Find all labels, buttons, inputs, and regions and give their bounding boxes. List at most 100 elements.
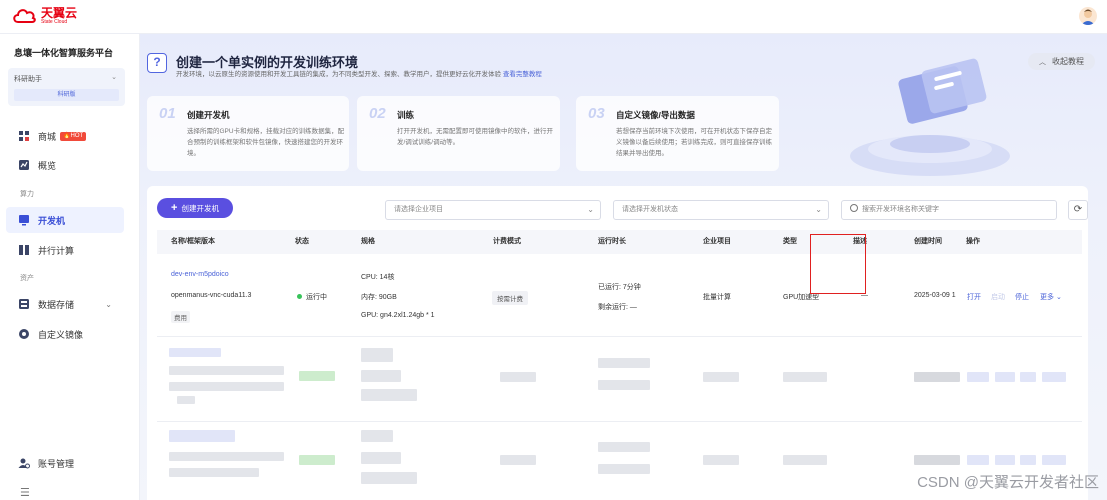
redacted-block [1020, 372, 1036, 382]
column-header: 状态 [295, 238, 309, 245]
sidebar-item-devbox[interactable]: 开发机 [6, 207, 124, 233]
help-question-icon: ? [147, 53, 167, 73]
parallel-icon [18, 244, 30, 256]
column-header: 计费模式 [493, 238, 521, 245]
sidebar-item-label: 并行计算 [38, 245, 75, 256]
spec-cpu: CPU: 14核 [361, 274, 395, 281]
search-icon [850, 204, 858, 212]
hero-description: 开发环境，以云原生的资源使用和开发工具链的集成，为不同类型开发、探索、教学用户，… [176, 71, 542, 78]
sidebar-item-label: 商城 [38, 131, 57, 142]
step-card-image: 03 自定义镜像/导出数据 若想保存当前环境下次使用，可在开机状态下保存自定义镜… [576, 96, 779, 171]
redacted-block [361, 452, 401, 464]
sidebar-group-compute: 算力 [20, 191, 34, 198]
devbox-icon [18, 214, 30, 226]
chevron-down-icon: ⌄ [587, 205, 594, 214]
workspace-tag: 科研版 [14, 89, 119, 101]
chevron-down-icon: ⌄ [111, 74, 117, 81]
redacted-block [995, 372, 1015, 382]
redacted-block [299, 455, 335, 465]
row-divider [157, 421, 1082, 422]
redacted-block [995, 455, 1015, 465]
status-select[interactable]: 请选择开发机状态 ⌄ [613, 200, 829, 220]
open-button[interactable]: 打开 [967, 292, 981, 302]
chart-icon [18, 159, 30, 171]
step-title: 创建开发机 [187, 110, 230, 120]
sidebar-item-parallel[interactable]: 并行计算 [6, 237, 124, 263]
sidebar-item-storage[interactable]: 数据存储 ⌄ [6, 291, 124, 317]
status-badge: 运行中 [297, 292, 327, 302]
sidebar-item-custom-image[interactable]: 自定义镜像 [6, 321, 124, 347]
search-input[interactable]: 搜索开发环境名称关键字 [841, 200, 1057, 220]
chevron-down-icon: ⌄ [1055, 294, 1062, 301]
redacted-block [299, 371, 335, 381]
table-header: 名称/框架版本 状态 规格 计费模式 运行时长 企业项目 类型 描述 创建时间 … [157, 230, 1082, 254]
spec-memory: 内存: 90GB [361, 294, 397, 301]
chevron-down-icon: ⌄ [105, 299, 112, 309]
workspace-label: 科研助手 [14, 76, 42, 83]
platform-title: 息壤一体化智算服务平台 [14, 48, 114, 58]
redacted-block [967, 372, 989, 382]
column-header: 运行时长 [598, 238, 626, 245]
redacted-block [500, 455, 536, 465]
storage-icon [18, 298, 30, 310]
workspace-selector[interactable]: 科研助手 ⌄ 科研版 [8, 68, 125, 106]
chevron-down-icon: ⌄ [815, 205, 822, 214]
step-card-train: 02 训练 打开开发机，无需配置即可使用镜像中的软件，进行开发/调试训练/调动等… [357, 96, 560, 171]
step-card-create: 01 创建开发机 选择所需的GPU卡和规格，挂载对应的训练数据集，配合预制的训练… [147, 96, 349, 171]
redacted-block [361, 389, 417, 401]
step-desc: 若想保存当前环境下次使用，可在开机状态下保存自定义镜像以备后续使用；若训练完成，… [616, 128, 772, 157]
hot-badge: 🔥HOT [60, 131, 87, 141]
redacted-block [783, 455, 827, 465]
redacted-block [914, 455, 960, 465]
refresh-button[interactable]: ⟳ [1068, 200, 1088, 220]
redacted-block [967, 455, 989, 465]
sidebar-item-account[interactable]: 账号管理 [6, 450, 124, 476]
status-dot-icon [297, 293, 302, 299]
start-button[interactable]: 启动 [991, 292, 1005, 302]
create-devbox-button[interactable]: + 创建开发机 [157, 198, 233, 218]
row-divider [157, 336, 1082, 337]
redacted-block [598, 464, 650, 474]
image-icon [18, 328, 30, 340]
sidebar: 息壤一体化智算服务平台 科研助手 ⌄ 科研版 商城 🔥HOT 概览 算力 开发机… [0, 34, 140, 500]
redacted-block [1042, 455, 1066, 465]
redacted-block [361, 472, 417, 484]
devbox-panel: + 创建开发机 请选择企业项目 ⌄ 请选择开发机状态 ⌄ 搜索开发环境名称关键字… [147, 186, 1088, 500]
main-content: ? 创建一个单实例的开发训练环境 开发环境，以云原生的资源使用和开发工具链的集成… [140, 34, 1107, 500]
env-name-link[interactable]: dev-env-m5pdoico [171, 271, 229, 278]
column-header: 类型 [783, 238, 797, 245]
plus-icon: + [171, 202, 178, 214]
stop-button[interactable]: 停止 [1015, 292, 1029, 302]
sidebar-collapse-icon[interactable]: ☰ [20, 486, 30, 499]
redacted-block [500, 372, 536, 382]
redacted-block [169, 382, 284, 391]
sidebar-item-label: 自定义镜像 [38, 329, 84, 340]
created-time: 2025-03-09 1 [914, 292, 956, 299]
redacted-block [361, 348, 393, 362]
sidebar-item-label: 数据存储 [38, 299, 75, 310]
step-desc: 打开开发机，无需配置即可使用镜像中的软件，进行开发/调试训练/调动等。 [397, 128, 553, 146]
hero-illustration [830, 44, 1030, 184]
project-select[interactable]: 请选择企业项目 ⌄ [385, 200, 601, 220]
redacted-block [703, 455, 739, 465]
sidebar-item-store[interactable]: 商城 🔥HOT [6, 123, 124, 149]
highlight-box [810, 234, 866, 294]
framework-version: openmanus-vnc-cuda11.3 [171, 292, 252, 299]
enterprise-project: 批量计算 [703, 294, 731, 301]
column-header: 企业项目 [703, 238, 731, 245]
collapse-tutorial-button[interactable]: ︿ 收起教程 [1028, 53, 1095, 70]
more-button[interactable]: 更多 ⌄ [1040, 292, 1062, 302]
user-avatar[interactable] [1079, 7, 1097, 25]
redacted-block [783, 372, 827, 382]
redacted-block [598, 358, 650, 368]
redacted-block [169, 430, 235, 442]
runtime-left: 剩余运行: — [598, 304, 637, 311]
sidebar-item-overview[interactable]: 概览 [6, 152, 124, 178]
column-header: 创建时间 [914, 238, 942, 245]
brand-logo[interactable]: 天翼云 State Cloud [12, 7, 77, 25]
column-header: 名称/框架版本 [171, 238, 215, 245]
tutorial-link[interactable]: 查看完整教程 [503, 71, 542, 78]
column-header: 规格 [361, 238, 375, 245]
sidebar-item-label: 开发机 [38, 215, 66, 226]
column-header: 操作 [966, 238, 980, 245]
